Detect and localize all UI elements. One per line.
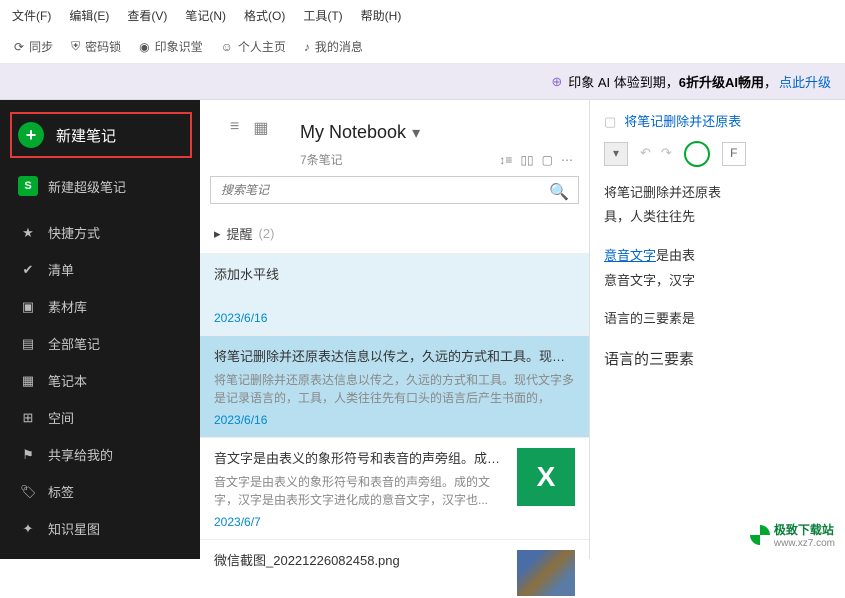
reminder-count: (2) xyxy=(259,226,275,241)
sync-icon: ⟳ xyxy=(14,40,24,54)
elephant-icon: ◉ xyxy=(139,40,149,54)
banner-prefix: 印象 AI 体验到期， xyxy=(568,72,679,91)
person-icon: ☺ xyxy=(221,40,233,54)
tag-icon: 🏷 xyxy=(20,484,36,500)
sidebar-item-checklist[interactable]: ✔清单 xyxy=(0,251,200,288)
plus-icon: + xyxy=(18,122,44,148)
new-note-button[interactable]: + 新建笔记 xyxy=(10,112,192,158)
note-date: 2023/6/16 xyxy=(214,413,575,427)
lock-button[interactable]: ⛨密码锁 xyxy=(71,38,121,55)
watermark: 极致下载站 www.xz7.com xyxy=(750,521,835,549)
menu-view[interactable]: 查看(V) xyxy=(127,7,167,24)
sidebar-item-shared[interactable]: ⚑共享给我的 xyxy=(0,436,200,473)
note-date: 2023/6/7 xyxy=(214,515,507,529)
note-card[interactable]: 添加水平线 2023/6/16 xyxy=(200,254,589,336)
watermark-icon xyxy=(750,525,770,545)
star-icon: ★ xyxy=(20,225,36,241)
sidebar-item-tags[interactable]: 🏷标签 xyxy=(0,473,200,510)
note-title: 将笔记删除并还原表达信息以传之，久远的方式和工具。现代文字... xyxy=(214,346,575,365)
more-icon[interactable]: ⋯ xyxy=(561,153,573,167)
note-list-panel: ≡ ▦ My Notebook ▾ 7条笔记 ↕≡ ▯▯ ▢ ⋯ 🔍 xyxy=(200,100,590,559)
search-input[interactable] xyxy=(210,176,579,204)
notebook-icon: ▦ xyxy=(20,373,36,389)
excel-icon: X xyxy=(517,448,575,506)
bell-icon: ♪ xyxy=(304,40,310,54)
menu-help[interactable]: 帮助(H) xyxy=(361,7,402,24)
note-detail-title[interactable]: 将笔记删除并还原表 xyxy=(624,110,741,135)
chevron-right-icon: ▸ xyxy=(214,226,221,242)
sidebar-item-knowledge[interactable]: ✦知识星图 xyxy=(0,510,200,547)
chevron-down-icon[interactable]: ▾ xyxy=(412,123,420,143)
filter-icon[interactable]: ▢ xyxy=(542,153,553,167)
column-icon[interactable]: ▯▯ xyxy=(520,153,533,167)
banner-bold: 6折升级AI畅用 xyxy=(679,72,764,91)
messages-button[interactable]: ♪我的消息 xyxy=(304,38,363,55)
menu-file[interactable]: 文件(F) xyxy=(12,7,51,24)
sidebar-item-allnotes[interactable]: ▤全部笔记 xyxy=(0,325,200,362)
note-card[interactable]: 将笔记删除并还原表达信息以传之，久远的方式和工具。现代文字... 将笔记删除并还… xyxy=(200,336,589,438)
banner-suffix: ， xyxy=(764,72,777,91)
note-card[interactable]: 微信截图_20221226082458.png xyxy=(200,540,589,598)
note-card[interactable]: 音文字是由表义的象形符号和表音的声旁组。成的... 音文字是由表义的象形符号和表… xyxy=(200,438,589,540)
expand-icon[interactable]: ▢ xyxy=(604,110,616,135)
notebook-title[interactable]: My Notebook xyxy=(300,122,406,143)
menu-format[interactable]: 格式(O) xyxy=(244,7,285,24)
dropdown-button[interactable]: ▾ xyxy=(604,142,628,166)
sparkle-icon: ✦ xyxy=(20,521,36,537)
note-title: 音文字是由表义的象形符号和表音的声旁组。成的... xyxy=(214,448,507,467)
sidebar: + 新建笔记 S 新建超级笔记 ★快捷方式 ✔清单 ▣素材库 ▤全部笔记 ▦笔记… xyxy=(0,100,200,559)
grid-icon: ⊞ xyxy=(20,410,36,426)
sidebar-item-space[interactable]: ⊞空间 xyxy=(0,399,200,436)
super-note-icon: S xyxy=(18,176,38,196)
note-title: 微信截图_20221226082458.png xyxy=(214,550,507,569)
toolbar: ⟳同步 ⛨密码锁 ◉印象识堂 ☺个人主页 ♪我的消息 xyxy=(0,30,845,64)
link-text[interactable]: 意音文字 xyxy=(604,248,656,263)
box-icon: ▣ xyxy=(20,299,36,315)
note-preview: 音文字是由表义的象形符号和表音的声旁组。成的文字，汉字是由表形文字进化成的意音文… xyxy=(214,473,507,509)
menu-bar: 文件(F) 编辑(E) 查看(V) 笔记(N) 格式(O) 工具(T) 帮助(H… xyxy=(0,0,845,30)
new-super-note-button[interactable]: S 新建超级笔记 xyxy=(0,168,200,204)
sidebar-item-material[interactable]: ▣素材库 xyxy=(0,288,200,325)
note-title: 添加水平线 xyxy=(214,264,575,283)
hall-button[interactable]: ◉印象识堂 xyxy=(139,38,203,55)
check-icon: ✔ xyxy=(20,262,36,278)
note-body[interactable]: 将笔记删除并还原表 具，人类往往先 意音文字是由表 意音文字，汉字 语言的三要素… xyxy=(604,181,831,375)
redo-icon[interactable]: ↷ xyxy=(661,141,672,166)
note-preview: 将笔记删除并还原表达信息以传之，久远的方式和工具。现代文字多是记录语言的，工具，… xyxy=(214,371,575,407)
menu-notes[interactable]: 笔记(N) xyxy=(185,7,226,24)
search-icon[interactable]: 🔍 xyxy=(549,182,569,202)
ai-banner: ⊕ 印象 AI 体验到期， 6折升级AI畅用 ， 点此升级 xyxy=(0,64,845,100)
ai-button[interactable] xyxy=(684,141,710,167)
sidebar-item-notebook[interactable]: ▦笔记本 xyxy=(0,362,200,399)
note-detail-panel: ▢ 将笔记删除并还原表 ▾ ↶ ↷ F 将笔记删除并还原表 具，人类往往先 意音… xyxy=(590,100,845,559)
grid-view-icon[interactable]: ▦ xyxy=(253,118,268,138)
list-view-icon[interactable]: ≡ xyxy=(230,118,239,138)
sort-icon[interactable]: ↕≡ xyxy=(499,153,512,167)
sync-button[interactable]: ⟳同步 xyxy=(14,38,53,55)
upgrade-link[interactable]: 点此升级 xyxy=(779,72,831,91)
profile-button[interactable]: ☺个人主页 xyxy=(221,38,286,55)
menu-edit[interactable]: 编辑(E) xyxy=(69,7,109,24)
note-date: 2023/6/16 xyxy=(214,311,575,325)
shield-icon: ⛨ xyxy=(71,39,80,54)
undo-icon[interactable]: ↶ xyxy=(640,141,651,166)
people-icon: ⚑ xyxy=(20,447,36,463)
reminder-section[interactable]: ▸ 提醒 (2) xyxy=(200,214,589,254)
menu-tools[interactable]: 工具(T) xyxy=(303,7,342,24)
format-button[interactable]: F xyxy=(722,142,746,166)
image-thumbnail xyxy=(517,550,575,596)
sidebar-item-shortcut[interactable]: ★快捷方式 xyxy=(0,214,200,251)
note-count: 7条笔记 xyxy=(216,151,343,168)
notes-icon: ▤ xyxy=(20,336,36,352)
sidebar-item-template[interactable]: ▥模板 xyxy=(0,547,200,559)
globe-icon: ⊕ xyxy=(551,74,562,90)
